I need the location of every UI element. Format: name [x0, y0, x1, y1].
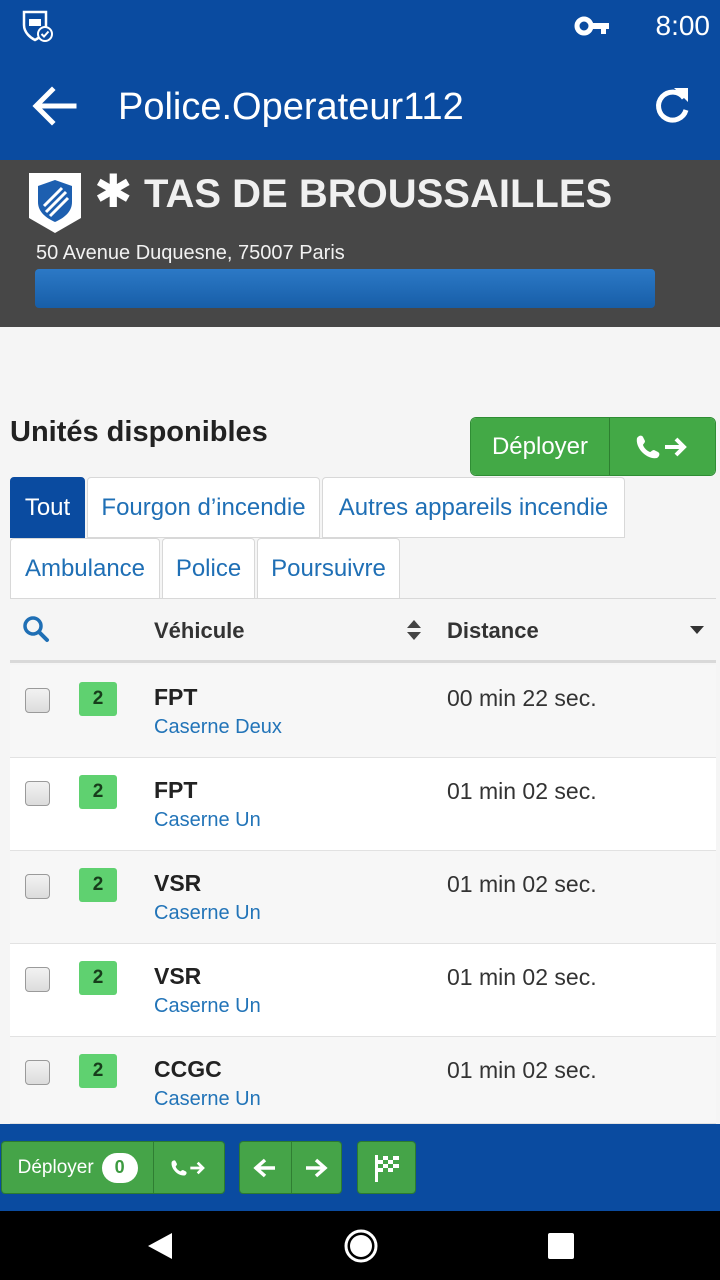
next-button[interactable]: [291, 1142, 341, 1193]
crew-count-badge: 2: [79, 961, 117, 995]
tab-fourgon-incendie[interactable]: Fourgon d’incendie: [87, 477, 320, 538]
vehicle-station[interactable]: Caserne Un: [154, 1088, 261, 1111]
incident-name: TAS DE BROUSSAILLES: [144, 172, 613, 216]
tab-police[interactable]: Police: [162, 538, 255, 599]
column-header-distance[interactable]: Distance: [447, 618, 539, 644]
bottom-deploy-button[interactable]: Déployer 0: [2, 1142, 155, 1193]
vehicle-distance: 01 min 02 sec.: [447, 964, 597, 990]
deploy-button[interactable]: Déployer: [471, 418, 610, 475]
row-checkbox[interactable]: [25, 874, 50, 899]
system-nav-bar: [0, 1211, 720, 1280]
crew-count-badge: 2: [79, 775, 117, 809]
vehicle-type: FPT: [154, 684, 198, 710]
table-row[interactable]: 2 FPT Caserne Un 01 min 02 sec.: [10, 758, 716, 851]
table-row[interactable]: 2 CCGC Caserne Un 01 min 02 sec.: [10, 1037, 716, 1124]
app-shield-icon: [22, 10, 53, 42]
vehicle-station[interactable]: Caserne Un: [154, 995, 261, 1018]
search-icon[interactable]: [22, 615, 50, 643]
table-row[interactable]: 2 VSR Caserne Un 01 min 02 sec.: [10, 944, 716, 1037]
clock: 8:00: [655, 10, 711, 41]
arrow-left-icon[interactable]: [26, 82, 82, 130]
column-header-vehicle[interactable]: Véhicule: [154, 618, 244, 644]
arrow-right-icon: [306, 1158, 328, 1177]
previous-button[interactable]: [240, 1142, 292, 1193]
row-checkbox[interactable]: [25, 967, 50, 992]
sort-desc-icon[interactable]: [690, 625, 704, 635]
section-title: Unités disponibles: [10, 416, 268, 448]
bottom-deploy-group: Déployer 0: [1, 1141, 225, 1194]
table-row[interactable]: 2 VSR Caserne Un 01 min 02 sec.: [10, 851, 716, 944]
table-row[interactable]: 2 FPT Caserne Deux 00 min 22 sec.: [10, 665, 716, 758]
vehicle-type: FPT: [154, 777, 198, 803]
refresh-icon[interactable]: [648, 82, 696, 130]
incident-progress-fill: [35, 269, 655, 308]
deploy-call-button[interactable]: [610, 418, 715, 475]
row-checkbox[interactable]: [25, 1060, 50, 1085]
incident-progress-bar: [35, 269, 655, 308]
nav-home-icon[interactable]: [343, 1228, 379, 1264]
vehicle-station[interactable]: Caserne Deux: [154, 716, 282, 739]
phone-arrow-icon: [636, 435, 687, 458]
incident-panel: ✱ TAS DE BROUSSAILLES 50 Avenue Duquesne…: [0, 160, 720, 327]
vehicle-distance: 01 min 02 sec.: [447, 778, 597, 804]
deploy-count-badge: 0: [101, 1152, 138, 1183]
incident-address: 50 Avenue Duquesne, 75007 Paris: [36, 242, 345, 264]
police-shield-icon: [29, 173, 81, 233]
nav-recent-apps-icon[interactable]: [548, 1233, 574, 1259]
tab-tout[interactable]: Tout: [10, 477, 85, 538]
deploy-button-group: Déployer: [470, 417, 716, 476]
bottom-finish-group: [357, 1141, 416, 1194]
vehicle-type: CCGC: [154, 1056, 222, 1082]
vehicle-type: VSR: [154, 963, 202, 989]
bottom-nav-group: [239, 1141, 342, 1194]
arrow-left-icon: [253, 1158, 276, 1177]
crew-count-badge: 2: [79, 682, 117, 716]
page-title: Police.Operateur112: [118, 86, 464, 128]
tab-ambulance[interactable]: Ambulance: [10, 538, 160, 599]
crew-count-badge: 2: [79, 1054, 117, 1088]
row-checkbox[interactable]: [25, 688, 50, 713]
vehicle-station[interactable]: Caserne Un: [154, 809, 261, 832]
bottom-action-bar: Déployer 0: [0, 1124, 720, 1211]
bottom-deploy-label: Déployer: [17, 1156, 94, 1178]
sort-icon[interactable]: [406, 619, 422, 641]
checkered-flag-icon: [374, 1154, 399, 1182]
vehicle-distance: 00 min 22 sec.: [447, 685, 597, 711]
vpn-key-icon: [574, 16, 609, 36]
crew-count-badge: 2: [79, 868, 117, 902]
status-bar: 8:00: [0, 0, 720, 52]
vehicle-distance: 01 min 02 sec.: [447, 871, 597, 897]
vehicle-distance: 01 min 02 sec.: [447, 1057, 597, 1083]
vehicle-type: VSR: [154, 870, 202, 896]
row-checkbox[interactable]: [25, 781, 50, 806]
priority-symbol: ✱: [94, 165, 133, 217]
nav-back-icon[interactable]: [146, 1231, 174, 1261]
table-header: Véhicule Distance: [10, 599, 716, 663]
tab-autres-appareils[interactable]: Autres appareils incendie: [322, 477, 625, 538]
finish-button[interactable]: [358, 1142, 415, 1193]
tab-poursuivre[interactable]: Poursuivre: [257, 538, 400, 599]
bottom-call-button[interactable]: [154, 1142, 224, 1193]
app-bar: Police.Operateur112: [0, 52, 720, 160]
phone-arrow-icon: [171, 1159, 206, 1175]
vehicle-station[interactable]: Caserne Un: [154, 902, 261, 925]
